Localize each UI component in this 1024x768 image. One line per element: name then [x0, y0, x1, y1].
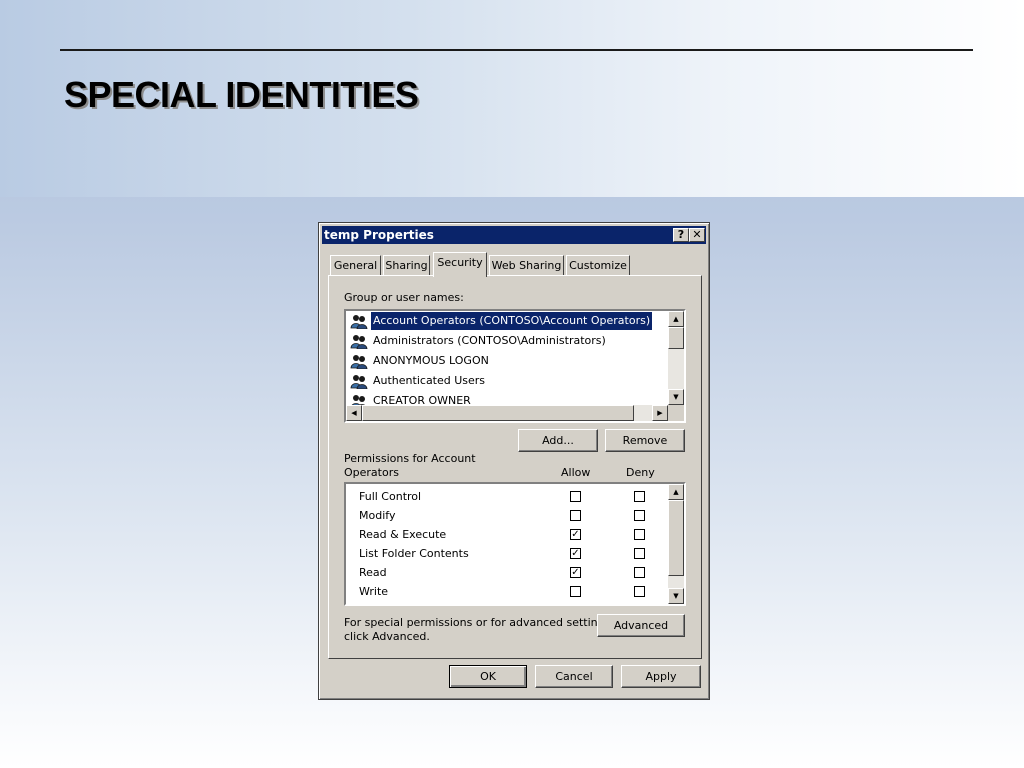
- scroll-thumb[interactable]: [668, 327, 684, 349]
- permission-row: Read: [359, 563, 387, 582]
- tab-sharing[interactable]: Sharing: [383, 255, 430, 276]
- close-button[interactable]: ✕: [689, 228, 705, 242]
- tab-customize[interactable]: Customize: [566, 255, 630, 276]
- dialog-title: temp Properties: [324, 228, 434, 242]
- allow-column-header: Allow: [561, 466, 591, 479]
- ok-button[interactable]: OK: [449, 665, 527, 688]
- permissions-vertical-scrollbar[interactable]: ▲ ▼: [668, 484, 684, 604]
- permission-name: Modify: [359, 509, 396, 522]
- allow-checkbox[interactable]: [570, 491, 581, 502]
- permission-name: List Folder Contents: [359, 547, 469, 560]
- permissions-listbox[interactable]: Full Control Modify Read & Execute ✓ List Fo…: [344, 482, 686, 606]
- apply-button[interactable]: Apply: [621, 665, 701, 688]
- deny-checkbox[interactable]: [634, 586, 645, 597]
- deny-checkbox[interactable]: [634, 548, 645, 559]
- cancel-button[interactable]: Cancel: [535, 665, 613, 688]
- tab-security[interactable]: Security: [433, 252, 487, 277]
- dialog-titlebar[interactable]: temp Properties ? ✕: [322, 226, 706, 244]
- remove-button[interactable]: Remove: [605, 429, 685, 452]
- permission-row: Write: [359, 582, 388, 601]
- permission-row: Modify: [359, 506, 395, 525]
- tab-general[interactable]: General: [330, 255, 381, 276]
- checkmark-icon: ✓: [571, 567, 580, 578]
- add-button[interactable]: Add...: [518, 429, 598, 452]
- permission-name: Read & Execute: [359, 528, 447, 541]
- allow-checkbox[interactable]: ✓: [570, 567, 581, 578]
- header-rule: [60, 49, 973, 51]
- user-group-icon: [350, 374, 368, 390]
- deny-checkbox[interactable]: [634, 491, 645, 502]
- allow-checkbox[interactable]: [570, 510, 581, 521]
- advanced-button[interactable]: Advanced: [597, 614, 685, 637]
- help-button[interactable]: ?: [673, 228, 689, 242]
- scroll-left-arrow-icon[interactable]: ◀: [346, 405, 362, 421]
- security-panel: Group or user names: Account Operators (…: [328, 275, 702, 659]
- group-listbox[interactable]: Account Operators (CONTOSO\Account Opera…: [344, 309, 686, 423]
- permissions-label-line2: Operators: [344, 466, 399, 479]
- permission-name: Full Control: [359, 490, 422, 503]
- scroll-down-arrow-icon[interactable]: ▼: [668, 389, 684, 405]
- tab-web-sharing[interactable]: Web Sharing: [489, 255, 564, 276]
- user-group-icon: [350, 354, 368, 370]
- scroll-right-arrow-icon[interactable]: ▶: [652, 405, 668, 421]
- advanced-note-line1: For special permissions or for advanced …: [344, 616, 614, 629]
- deny-column-header: Deny: [626, 466, 655, 479]
- group-name: Authenticated Users: [373, 374, 486, 387]
- scroll-up-arrow-icon[interactable]: ▲: [668, 311, 684, 327]
- scroll-thumb[interactable]: [668, 500, 684, 576]
- permission-name: Write: [359, 585, 389, 598]
- user-group-icon: [350, 314, 368, 330]
- allow-checkbox[interactable]: [570, 586, 581, 597]
- checkmark-icon: ✓: [571, 548, 580, 559]
- permission-row: Read & Execute: [359, 525, 446, 544]
- deny-checkbox[interactable]: [634, 567, 645, 578]
- group-label: Group or user names:: [344, 291, 464, 304]
- scroll-up-arrow-icon[interactable]: ▲: [668, 484, 684, 500]
- permission-row: Full Control: [359, 487, 421, 506]
- properties-dialog: temp Properties ? ✕ General Sharing Secu…: [318, 222, 710, 700]
- group-horizontal-scrollbar[interactable]: ◀ ▶: [346, 405, 668, 421]
- group-name: Administrators (CONTOSO\Administrators): [373, 334, 606, 347]
- permission-row: List Folder Contents: [359, 544, 469, 563]
- scroll-corner: [668, 405, 684, 421]
- advanced-note-line2: click Advanced.: [344, 630, 430, 643]
- hscroll-thumb[interactable]: [362, 405, 634, 421]
- group-vertical-scrollbar[interactable]: ▲ ▼: [668, 311, 684, 405]
- group-name: ANONYMOUS LOGON: [373, 354, 489, 367]
- deny-checkbox[interactable]: [634, 510, 645, 521]
- user-group-icon: [350, 334, 368, 350]
- checkmark-icon: ✓: [571, 529, 580, 540]
- group-name: Account Operators (CONTOSO\Account Opera…: [371, 312, 653, 330]
- permission-name: Read: [359, 566, 387, 579]
- allow-checkbox[interactable]: ✓: [570, 529, 581, 540]
- allow-checkbox[interactable]: ✓: [570, 548, 581, 559]
- permissions-label-line1: Permissions for Account: [344, 452, 476, 465]
- scroll-down-arrow-icon[interactable]: ▼: [668, 588, 684, 604]
- slide-title: SPECIAL IDENTITIES: [64, 74, 419, 115]
- deny-checkbox[interactable]: [634, 529, 645, 540]
